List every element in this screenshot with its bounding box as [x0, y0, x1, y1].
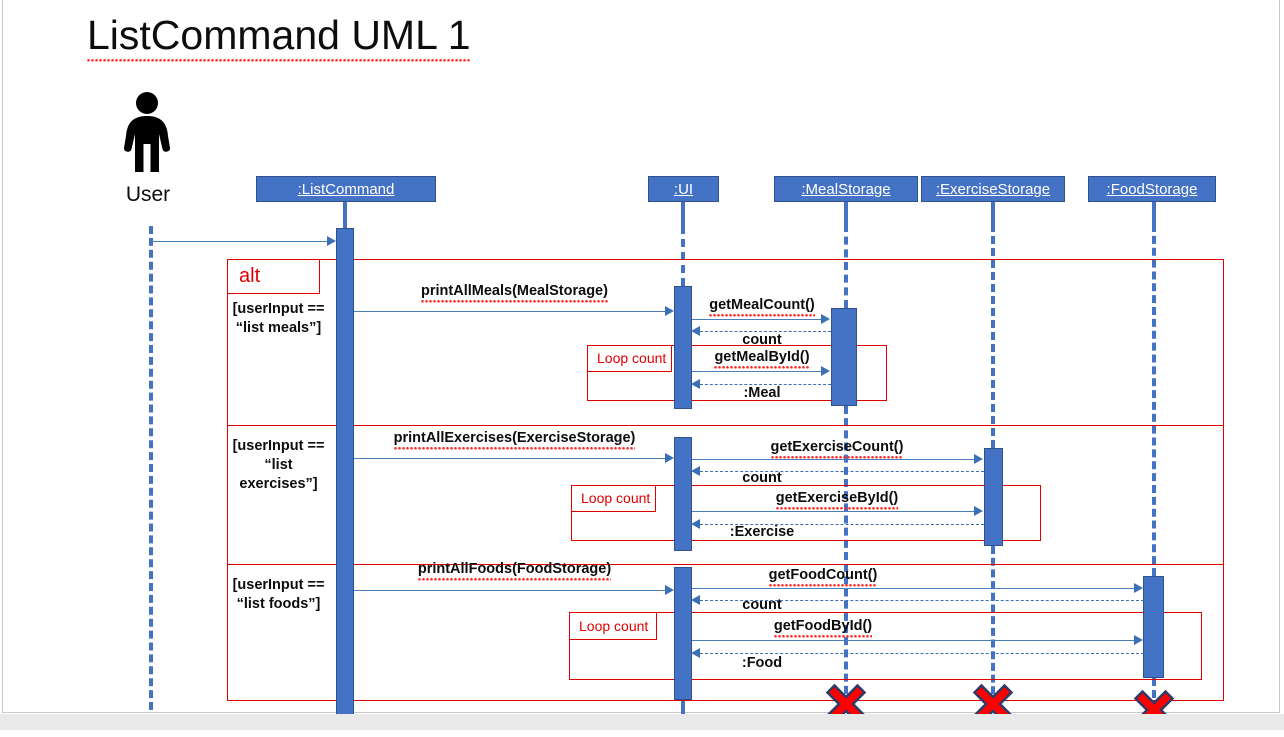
loop-fragment-1-label: Loop count	[587, 345, 672, 372]
message-label-meal: :Meal	[692, 385, 832, 401]
arrow-getmealbyid	[821, 366, 830, 376]
loop-fragment-2-label-text: Loop count	[581, 490, 651, 506]
message-label-getmealcount: getMealCount()	[692, 297, 832, 317]
message-label-getexercisecount-text: getExerciseCount()	[770, 439, 904, 459]
message-label-exercise-text: :Exercise	[729, 524, 795, 540]
message-label-meal-text: :Meal	[743, 385, 781, 401]
loop-fragment-2-label: Loop count	[571, 485, 656, 512]
message-label-getfoodcount-text: getFoodCount()	[768, 567, 878, 587]
message-line-getmealbyid	[692, 371, 821, 372]
page-title: ListCommand UML 1	[87, 12, 471, 62]
activation-ui-1	[674, 286, 692, 409]
message-line-getexercisebyid	[692, 511, 974, 512]
arrow-getexercisebyid	[974, 506, 983, 516]
lifeline-header-foodstorage[interactable]: :FoodStorage	[1088, 176, 1216, 202]
message-label-printallmeals: printAllMeals(MealStorage)	[354, 283, 675, 303]
message-label-meal-count: count	[692, 332, 832, 348]
message-label-printallfoods-text: printAllFoods(FoodStorage)	[417, 561, 612, 581]
actor-label: User	[125, 183, 171, 206]
message-label-food: :Food	[692, 655, 832, 671]
message-line-printallexercises	[354, 458, 665, 459]
alt-branch-guard-3-text: [userInput == “list foods”]	[232, 577, 325, 612]
lifeline-header-mealstorage[interactable]: :MealStorage	[774, 176, 918, 202]
slide-surface: ListCommand UML 1 User :ListCommand :UI …	[2, 0, 1280, 731]
alt-branch-guard-2-text: [userInput == “list exercises”]	[232, 438, 325, 492]
activation-exercisestorage	[984, 448, 1003, 546]
message-label-exercise-count-text: count	[742, 470, 782, 486]
arrow-printallexercises	[665, 453, 674, 463]
lifeline-header-listcommand-label: :ListCommand	[297, 180, 395, 198]
slide-canvas: ListCommand UML 1 User :ListCommand :UI …	[0, 0, 1284, 731]
lifeline-header-listcommand[interactable]: :ListCommand	[256, 176, 436, 202]
arrow-user-to-listcommand	[327, 236, 336, 246]
arrow-printallmeals	[665, 306, 674, 316]
message-line-getfoodbyid	[692, 640, 1134, 641]
message-label-food-count-text: count	[742, 597, 782, 613]
alt-branch-guard-1-text: [userInput == “list meals”]	[232, 301, 325, 336]
message-label-getexercisebyid: getExerciseById()	[692, 490, 982, 510]
message-label-getexercisebyid-text: getExerciseById()	[775, 490, 899, 510]
message-label-food-count: count	[692, 597, 832, 613]
message-label-printallexercises-text: printAllExercises(ExerciseStorage)	[393, 430, 636, 450]
alt-fragment-label-text: alt	[239, 264, 261, 287]
message-line-user-to-listcommand	[151, 241, 327, 242]
arrow-getexercisecount	[974, 454, 983, 464]
page-title-text: ListCommand UML 1	[87, 12, 471, 62]
message-label-meal-count-text: count	[742, 332, 782, 348]
arrow-getfoodcount	[1134, 583, 1143, 593]
lifeline-foodstorage-stub	[1152, 202, 1156, 224]
bottom-status-strip	[0, 714, 1284, 730]
lifeline-ui-lower	[681, 700, 685, 714]
message-label-getfoodbyid-text: getFoodById()	[773, 618, 873, 638]
message-line-getmealcount	[692, 319, 821, 320]
activation-listcommand	[336, 228, 354, 720]
message-label-printallmeals-text: printAllMeals(MealStorage)	[421, 283, 608, 303]
message-label-printallexercises: printAllExercises(ExerciseStorage)	[354, 430, 675, 450]
lifeline-header-exercisestorage[interactable]: :ExerciseStorage	[921, 176, 1065, 202]
loop-fragment-3-label-text: Loop count	[579, 617, 649, 634]
message-label-exercise: :Exercise	[692, 524, 832, 540]
message-label-getmealbyid: getMealById()	[692, 349, 832, 369]
arrow-printallfoods	[665, 585, 674, 595]
lifeline-exercisestorage-stub	[991, 202, 995, 224]
alt-fragment-label: alt	[227, 259, 320, 294]
activation-mealstorage	[831, 308, 857, 406]
lifeline-header-exercisestorage-label: :ExerciseStorage	[935, 180, 1051, 198]
message-label-getfoodcount: getFoodCount()	[692, 567, 954, 587]
loop-fragment-1-label-text: Loop count	[597, 350, 667, 366]
arrow-getmealcount	[821, 314, 830, 324]
person-icon	[121, 92, 173, 172]
message-label-exercise-count: count	[692, 470, 832, 486]
lifeline-header-ui-label: :UI	[673, 180, 694, 198]
lifeline-header-foodstorage-label: :FoodStorage	[1106, 180, 1198, 198]
lifeline-user	[149, 226, 153, 710]
activation-foodstorage	[1143, 576, 1164, 678]
arrow-getfoodbyid	[1134, 635, 1143, 645]
message-line-getexercisecount	[692, 459, 974, 460]
alt-branch-guard-2: [userInput == “list exercises”]	[231, 437, 326, 494]
lifeline-header-ui[interactable]: :UI	[648, 176, 719, 202]
lifeline-ui-stub	[681, 202, 685, 226]
message-line-printallfoods	[354, 590, 665, 591]
loop-fragment-3-label: Loop count	[569, 612, 657, 640]
lifeline-mealstorage-stub	[844, 202, 848, 224]
lifeline-listcommand-stub	[343, 202, 347, 228]
message-line-getfoodcount	[692, 588, 1134, 589]
message-line-printallmeals	[354, 311, 665, 312]
message-label-getfoodbyid: getFoodById()	[692, 618, 954, 638]
message-line-food-return	[700, 653, 1144, 654]
alt-branch-separator-1	[227, 425, 1224, 426]
message-label-getexercisecount: getExerciseCount()	[692, 439, 982, 459]
message-label-food-text: :Food	[741, 655, 783, 671]
message-label-getmealbyid-text: getMealById()	[714, 349, 810, 369]
alt-branch-guard-3: [userInput == “list foods”]	[231, 576, 326, 614]
message-label-printallfoods: printAllFoods(FoodStorage)	[354, 561, 675, 581]
activation-ui-3	[674, 567, 692, 700]
lifeline-header-mealstorage-label: :MealStorage	[801, 180, 891, 198]
activation-ui-2	[674, 437, 692, 551]
message-label-getmealcount-text: getMealCount()	[709, 297, 815, 317]
alt-branch-guard-1: [userInput == “list meals”]	[231, 300, 326, 338]
